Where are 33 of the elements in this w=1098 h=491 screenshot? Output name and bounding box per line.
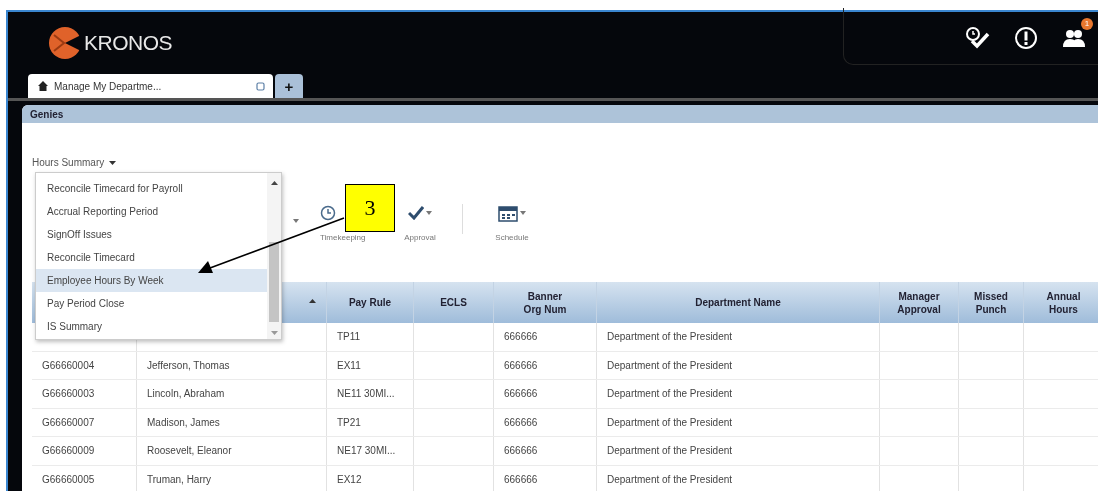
table-cell: Department of the President (597, 408, 880, 436)
table-cell: 666666 (494, 323, 597, 351)
table-cell: 666666 (494, 408, 597, 436)
table-cell: Department of the President (597, 465, 880, 491)
table-cell: Madison, James (137, 408, 327, 436)
genies-title: Genies (30, 108, 64, 120)
table-cell: G66660005 (32, 465, 137, 491)
table-cell: EX12 (327, 465, 414, 491)
table-cell: G66660003 (32, 380, 137, 408)
table-cell: 666666 (494, 380, 597, 408)
table-cell: G66660007 (32, 408, 137, 436)
step-tooltip: 3 (345, 184, 395, 232)
table-cell: Truman, Harry (137, 465, 327, 491)
table-cell: NE17 30MI... (327, 437, 414, 465)
table-cell: EX11 (327, 351, 414, 379)
table-cell: TP11 (327, 323, 414, 351)
table-cell: TP21 (327, 408, 414, 436)
table-cell: 666666 (494, 351, 597, 379)
table-cell: Department of the President (597, 380, 880, 408)
table-cell: NE11 30MI... (327, 380, 414, 408)
notification-badge: 1 (1081, 17, 1093, 30)
table-cell: 666666 (494, 437, 597, 465)
table-cell: Roosevelt, Eleanor (137, 437, 327, 465)
table-cell: Jefferson, Thomas (137, 351, 327, 379)
table-cell: Department of the President (597, 437, 880, 465)
table-cell: 666666 (494, 465, 597, 491)
table-cell: Lincoln, Abraham (137, 380, 327, 408)
table-cell: G66660009 (32, 437, 137, 465)
tab-label: Manage My Departme... (54, 80, 163, 92)
table-cell: Department of the President (597, 323, 880, 351)
table-cell: Department of the President (597, 351, 880, 379)
table-cell: G66660004 (32, 351, 137, 379)
logo-text: KRONOS (84, 31, 172, 55)
